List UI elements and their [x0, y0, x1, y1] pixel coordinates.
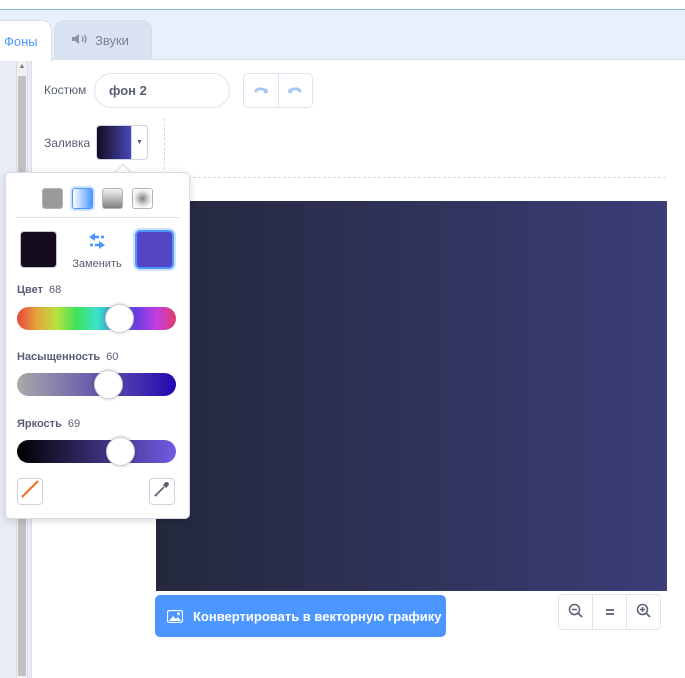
brightness-slider[interactable] [17, 440, 176, 463]
gradient-color-second[interactable] [135, 230, 174, 269]
no-color-icon [20, 479, 40, 504]
brightness-value: 69 [67, 418, 81, 430]
saturation-value: 60 [106, 351, 119, 363]
fill-color-popover: Заменить Цвет 68 Насыщенность 60 Яркость 69 [5, 172, 190, 519]
image-icon [166, 609, 184, 623]
tab-sounds[interactable]: Звуки [54, 20, 152, 60]
gradient-color-first[interactable] [20, 231, 57, 268]
redo-icon [286, 82, 304, 100]
gradient-type-vertical-button[interactable] [102, 188, 123, 209]
hue-slider-handle[interactable] [105, 304, 134, 333]
hue-slider[interactable] [17, 307, 176, 330]
scroll-up-arrow-icon[interactable]: ▲ [16, 61, 28, 73]
popover-divider [16, 217, 180, 218]
fill-color-picker[interactable]: ▼ [96, 125, 148, 160]
undo-icon [252, 82, 270, 100]
brightness-label-text: Яркость [17, 418, 62, 430]
fill-gradient-preview [97, 126, 131, 159]
brightness-label: Яркость 69 [17, 418, 80, 430]
fill-label: Заливка [44, 136, 91, 150]
no-color-button[interactable] [17, 478, 43, 505]
eyedropper-icon [153, 480, 171, 503]
saturation-label-text: Насыщенность [17, 351, 101, 363]
tab-backdrops[interactable]: Фоны [0, 20, 52, 61]
swap-arrows-icon [85, 233, 109, 255]
gradient-type-solid-button[interactable] [42, 188, 63, 209]
redo-button[interactable] [277, 74, 313, 107]
zoom-out-icon [568, 603, 583, 621]
costume-label: Костюм [44, 83, 87, 97]
costume-name-input[interactable]: фон 2 [94, 73, 230, 108]
brightness-slider-handle[interactable] [106, 437, 135, 466]
zoom-reset-icon [604, 604, 616, 620]
swap-label: Заменить [72, 258, 122, 270]
canvas-top-guide [188, 177, 666, 178]
hue-value: 68 [49, 284, 62, 296]
zoom-in-icon [636, 603, 651, 621]
top-border [0, 0, 685, 10]
hue-label-text: Цвет [17, 284, 44, 296]
saturation-slider-handle[interactable] [94, 370, 123, 399]
eyedropper-button[interactable] [149, 478, 175, 505]
zoom-controls [558, 594, 661, 630]
gradient-type-horizontal-button[interactable] [72, 188, 93, 209]
undo-redo-group [243, 73, 313, 108]
saturation-label: Насыщенность 60 [17, 351, 118, 363]
tab-backdrops-label: Фоны [4, 33, 38, 49]
gradient-type-radial-button[interactable] [132, 188, 153, 209]
hue-label: Цвет 68 [17, 284, 61, 296]
zoom-out-button[interactable] [559, 595, 592, 629]
swap-colors-button[interactable]: Заменить [70, 231, 124, 270]
divider [164, 118, 165, 170]
speaker-icon [71, 33, 89, 48]
paint-canvas[interactable] [156, 201, 667, 591]
chevron-down-icon: ▼ [131, 126, 147, 159]
undo-button[interactable] [244, 74, 278, 107]
convert-to-vector-button[interactable]: Конвертировать в векторную графику [155, 595, 446, 637]
convert-button-label: Конвертировать в векторную графику [193, 608, 442, 624]
zoom-in-button[interactable] [626, 595, 660, 629]
tab-sounds-label: Звуки [95, 33, 129, 48]
tab-bar: Фоны Звуки [0, 10, 685, 61]
zoom-reset-button[interactable] [592, 595, 626, 629]
